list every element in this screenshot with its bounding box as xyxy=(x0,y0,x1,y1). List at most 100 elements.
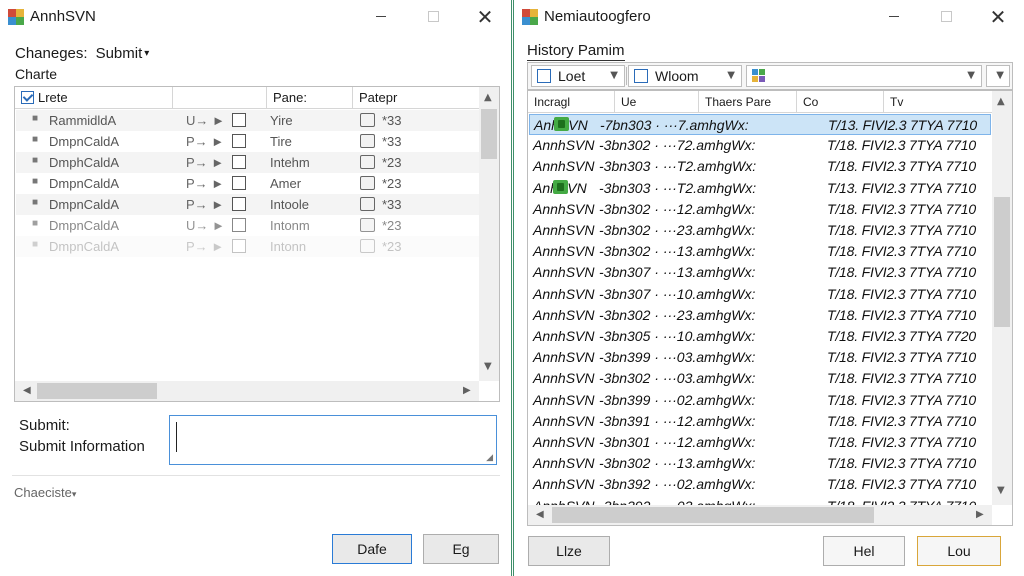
submit-info-label: Submit Information xyxy=(19,438,145,455)
changed-files-list[interactable]: Lrete Pane: Patepr ■ RammidldA U→ ► Yire… xyxy=(14,86,500,402)
toolbar-dropdown-button[interactable]: ▼ xyxy=(986,65,1010,87)
changelist-selector[interactable]: Chaeciste▾ xyxy=(14,485,76,500)
history-row[interactable]: AnnhSVN -3bn302 · ···13.amhgWx: T/18. FIVI… xyxy=(529,241,991,262)
history-row[interactable]: AnnhSVN -3bn399 · ···03.amhgWx: T/18. FIVI… xyxy=(529,347,991,368)
history-row[interactable]: AnnhSVN -3bn307 · ···13.amhgWx: T/18. FIVI… xyxy=(529,262,991,283)
file-checkbox[interactable] xyxy=(232,155,246,169)
scroll-down-icon[interactable]: ▼ xyxy=(997,485,1005,496)
file-row[interactable]: ■ DmpnCaldA P→ ► Intonn *23 xyxy=(16,236,480,257)
column-header-type[interactable]: Pane: xyxy=(267,87,353,109)
history-row[interactable]: AnnhSVN -3bn301 · ···12.amhgWx: T/18. FIVI… xyxy=(529,432,991,453)
submit-message-input[interactable]: ◢ xyxy=(169,415,497,465)
close-icon[interactable]: ✕ xyxy=(972,0,1024,33)
chevron-down-icon: ▾ xyxy=(144,48,150,59)
checkbox-icon[interactable] xyxy=(360,113,375,127)
column-header-date[interactable]: Thaers Pare xyxy=(705,95,771,109)
filter-combo[interactable]: ▼ xyxy=(746,65,982,87)
revision-author: AnnhSVN xyxy=(533,200,595,217)
history-log-list[interactable]: Incragl Ue Thaers Pare Co Tv AnhSVN-7bn3… xyxy=(527,90,1013,526)
scroll-up-icon[interactable]: ▲ xyxy=(997,96,1005,107)
history-row[interactable]: AnhSVN-3bn303 · ···T2.amhgWx:T/13. FIVI2… xyxy=(529,178,991,199)
minimize-icon[interactable] xyxy=(355,0,407,33)
history-row[interactable]: AnnhSVN -3bn302 · ···12.amhgWx: T/18. FIVI… xyxy=(529,199,991,220)
revision-message: -3bn303 · ···T2.amhgWx: xyxy=(599,158,757,175)
scroll-right-icon[interactable]: ▶ xyxy=(463,385,471,396)
revision-date: T/13. FIVI2.3 7TYA 7710 xyxy=(828,117,977,133)
file-checkbox[interactable] xyxy=(232,239,246,253)
history-row[interactable]: AnnhSVN -3bn302 · ···23.amhgWx: T/18. FIVI… xyxy=(529,305,991,326)
checkbox-icon[interactable] xyxy=(21,91,34,104)
file-checkbox[interactable] xyxy=(232,113,246,127)
horizontal-scrollbar[interactable]: ◀ ▶ xyxy=(528,505,992,525)
maximize-icon[interactable] xyxy=(920,0,972,33)
left-button[interactable]: Llze xyxy=(528,536,610,566)
checkbox-icon[interactable] xyxy=(360,176,375,190)
column-header-flag[interactable]: Patepr xyxy=(353,87,479,109)
revision-author: AnnhSVN xyxy=(533,412,595,429)
scrollbar-thumb[interactable] xyxy=(481,109,497,159)
checkbox-icon[interactable] xyxy=(360,155,375,169)
file-checkbox[interactable] xyxy=(232,176,246,190)
scrollbar-thumb[interactable] xyxy=(37,383,157,399)
file-row[interactable]: ■ DmpnCaldA P→ ► Amer *23 xyxy=(16,173,480,194)
horizontal-scrollbar[interactable]: ◀ ▶ xyxy=(15,381,479,401)
history-row[interactable]: AnnhSVN -3bn307 · ···10.amhgWx: T/18. FIVI… xyxy=(529,284,991,305)
vertical-scrollbar[interactable]: ▲ ▼ xyxy=(479,87,499,381)
file-checkbox[interactable] xyxy=(232,134,246,148)
scrollbar-thumb[interactable] xyxy=(994,197,1010,327)
minimize-icon[interactable] xyxy=(868,0,920,33)
history-row[interactable]: AnnhSVN -3bn399 · ···02.amhgWx: T/18. FIVI… xyxy=(529,390,991,411)
history-row[interactable]: AnnhSVN -3bn303 · ···T2.amhgWx: T/18. FIVI… xyxy=(529,156,991,177)
history-row[interactable]: AnnhSVN -3bn302 · ···72.amhgWx: T/18. FIVI… xyxy=(529,135,991,156)
checkbox-icon[interactable] xyxy=(360,197,375,211)
column-header-select[interactable]: Lrete xyxy=(15,87,173,109)
revision-author: AnnhSVN xyxy=(533,243,595,260)
history-window: Nemiautoogfero ✕ History Pamim Loet ▼ Wl… xyxy=(513,0,1024,576)
maximize-icon[interactable] xyxy=(407,0,459,33)
revision-message: -3bn302 · ···03.amhgWx: xyxy=(599,370,756,387)
revision-date: T/18. FIVI2.3 7TYA 7710 xyxy=(827,137,976,154)
checkbox-icon[interactable] xyxy=(360,239,375,253)
help-button[interactable]: Hel xyxy=(823,536,905,566)
resize-grip-icon[interactable]: ◢ xyxy=(486,452,493,463)
close-button[interactable]: Lou xyxy=(917,536,1001,566)
history-row[interactable]: AnnhSVN -3bn302 · ···03.amhgWx: T/18. FIVI… xyxy=(529,368,991,389)
column-header-status[interactable] xyxy=(173,87,267,109)
file-row[interactable]: ■ DmpnCaldA P→ ► Tire *33 xyxy=(16,131,480,152)
file-row[interactable]: ■ RammidldA U→ ► Yire *33 xyxy=(16,110,480,131)
history-row[interactable]: AnnhSVN -3bn302 · ···23.amhgWx: T/18. FIVI… xyxy=(529,220,991,241)
history-row[interactable]: AnhSVN-7bn303 · ···7.amhgWx:T/13. FIVI2.… xyxy=(529,114,991,135)
primary-button[interactable]: Dafe xyxy=(332,534,412,564)
revision-date: T/18. FIVI2.3 7TYA 7710 xyxy=(827,243,976,260)
scroll-right-icon[interactable]: ▶ xyxy=(976,509,984,520)
branch-combo[interactable]: Loet ▼ xyxy=(531,65,625,87)
secondary-button[interactable]: Eg xyxy=(423,534,499,564)
checkbox-icon[interactable] xyxy=(360,218,375,232)
column-header-user[interactable]: Ue xyxy=(621,95,636,109)
close-icon[interactable]: ✕ xyxy=(459,0,511,33)
checkbox-icon[interactable] xyxy=(360,134,375,148)
scroll-up-icon[interactable]: ▲ xyxy=(484,92,492,103)
column-header-type[interactable]: Tv xyxy=(890,95,903,109)
history-row[interactable]: AnnhSVN -3bn391 · ···12.amhgWx: T/18. FIVI… xyxy=(529,411,991,432)
revision-author: AnnhSVN xyxy=(533,285,595,302)
scroll-left-icon[interactable]: ◀ xyxy=(23,385,31,396)
vertical-scrollbar[interactable]: ▲ ▼ xyxy=(992,91,1012,505)
file-checkbox[interactable] xyxy=(232,197,246,211)
column-header-revision[interactable]: Incragl xyxy=(534,95,570,109)
history-row[interactable]: AnnhSVN -3bn302 · ···13.amhgWx: T/18. FIVI… xyxy=(529,453,991,474)
view-combo[interactable]: Wloom ▼ xyxy=(628,65,742,87)
file-row[interactable]: ■ DmphCaldA P→ ► Intehm *23 xyxy=(16,152,480,173)
scroll-down-icon[interactable]: ▼ xyxy=(484,361,492,372)
column-header-comment[interactable]: Co xyxy=(803,95,818,109)
scroll-left-icon[interactable]: ◀ xyxy=(536,509,544,520)
history-row[interactable]: AnnhSVN -3bn305 · ···10.amhgWx: T/18. FIVI… xyxy=(529,326,991,347)
revision-message: -3bn307 · ···10.amhgWx: xyxy=(599,285,756,302)
file-row[interactable]: ■ DmpnCaldA U→ ► Intonm *23 xyxy=(16,215,480,236)
history-row[interactable]: AnnhSVN -3bn392 · ···02.amhgWx: T/18. FIVI… xyxy=(529,474,991,495)
scrollbar-thumb[interactable] xyxy=(552,507,874,523)
revision-message: -7bn303 · ···7.amhgWx: xyxy=(600,117,749,133)
file-checkbox[interactable] xyxy=(232,218,246,232)
changes-selector[interactable]: Chaneges: Submit ▾ xyxy=(15,45,149,62)
file-row[interactable]: ■ DmpnCaldA P→ ► Intoole *33 xyxy=(16,194,480,215)
